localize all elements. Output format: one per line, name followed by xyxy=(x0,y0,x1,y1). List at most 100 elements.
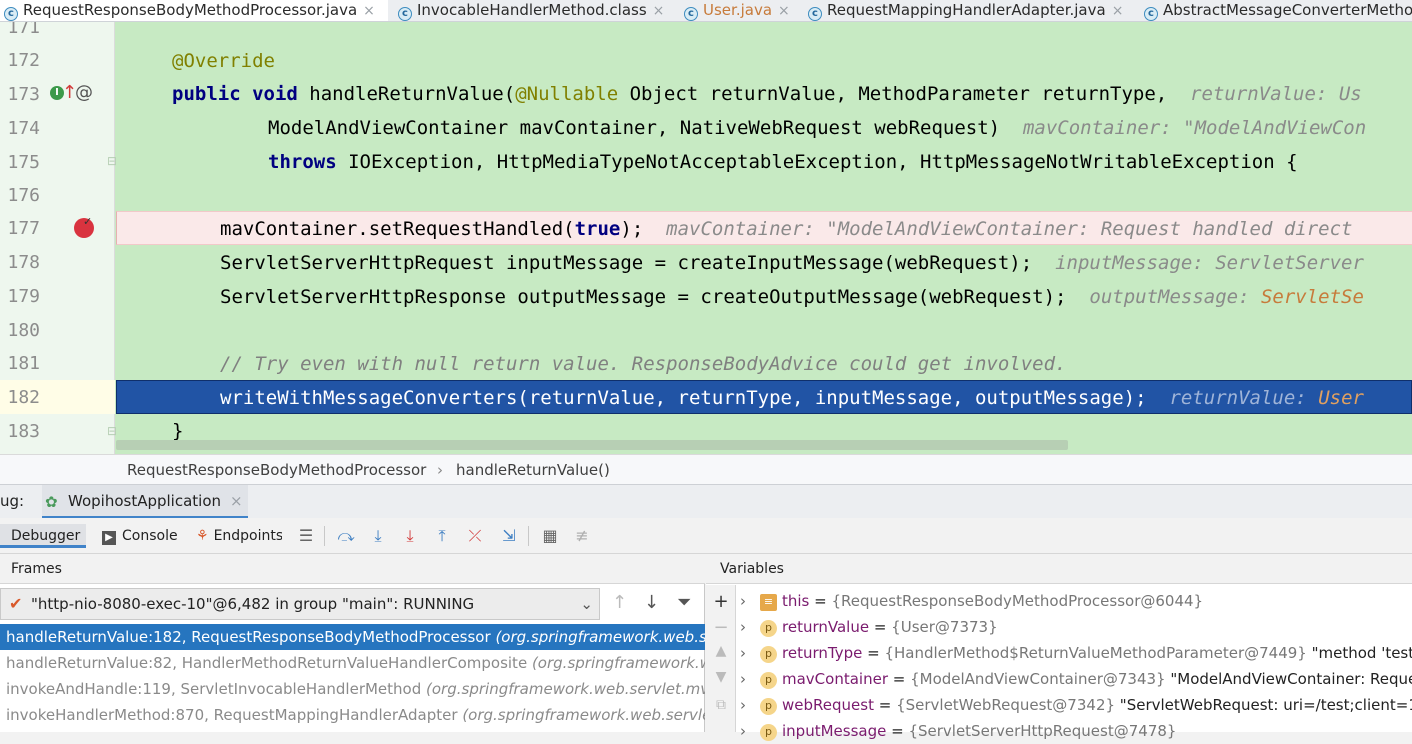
line-number: 180 xyxy=(7,320,40,341)
close-icon[interactable]: × xyxy=(778,3,790,19)
fold-marker-icon[interactable]: ⊟ xyxy=(107,154,117,168)
up-arrow-icon[interactable]: ↑ xyxy=(612,592,627,613)
debug-tool-window-header: ug: ✿ WopihostApplication × xyxy=(0,484,1412,519)
copy-watch-icon[interactable]: ⧉ xyxy=(712,697,730,713)
evaluate-expression-icon[interactable]: ▦ xyxy=(540,526,560,546)
line-number: 181 xyxy=(7,353,40,374)
run-to-cursor-icon[interactable]: ⇲ xyxy=(499,526,519,546)
tab-debugger[interactable]: Debugger xyxy=(0,524,86,548)
chevron-right-icon[interactable]: › xyxy=(740,718,760,744)
add-watch-icon[interactable]: + xyxy=(712,591,730,612)
filter-icon[interactable]: ⏷ xyxy=(677,592,691,613)
variable-row[interactable]: › p mavContainer = {ModelAndViewContainer@… xyxy=(740,666,1412,692)
toolbar-divider xyxy=(324,526,325,546)
tab-console[interactable]: ▶ Console xyxy=(102,524,178,548)
step-over-icon[interactable]: ⤼ xyxy=(336,526,356,546)
code-line: } xyxy=(172,420,184,442)
line-number: 171 xyxy=(7,22,40,38)
close-icon[interactable]: × xyxy=(363,3,375,19)
chevron-right-icon[interactable]: › xyxy=(740,666,760,692)
remove-watch-icon[interactable]: − xyxy=(712,617,730,638)
code-line: ServletServerHttpRequest inputMessage = … xyxy=(220,252,1364,274)
line-number: 173 xyxy=(7,84,40,105)
line-number: 182 xyxy=(7,387,40,408)
variables-panel: Variables + − ▲ ▼ ⧉ › ≡ this = {RequestRes… xyxy=(706,554,1412,741)
breakpoint-check-icon: ✓ xyxy=(83,215,93,228)
endpoints-icon: ⚘ xyxy=(196,528,209,544)
class-icon: c xyxy=(1144,7,1158,21)
annotation-at-icon[interactable]: @ xyxy=(75,82,93,103)
tab-endpoints[interactable]: ⚘ Endpoints xyxy=(196,524,282,548)
inline-debug-value: returnValue: Us xyxy=(1190,83,1362,105)
parameter-icon: p xyxy=(760,724,777,741)
trace-stream-icon[interactable]: ≢ xyxy=(572,526,592,546)
code-line: mavContainer.setRequestHandled(true); ma… xyxy=(220,218,1353,240)
horizontal-scrollbar[interactable] xyxy=(116,440,1068,450)
variable-row[interactable]: › p webRequest = {ServletWebRequest@7342} … xyxy=(740,692,1412,718)
line-number: 176 xyxy=(7,185,40,206)
breadcrumb-separator: › xyxy=(437,461,443,479)
variables-header: Variables xyxy=(706,554,1412,584)
breadcrumb-method[interactable]: handleReturnValue() xyxy=(456,455,610,485)
frame-item[interactable]: invokeHandlerMethod:870, RequestMappingH… xyxy=(0,702,705,728)
parameter-icon: p xyxy=(760,672,777,689)
force-step-into-icon[interactable]: ⤓ xyxy=(400,526,420,546)
line-number: 178 xyxy=(7,252,40,273)
step-into-icon[interactable]: ⤓ xyxy=(368,526,388,546)
frame-item[interactable]: handleReturnValue:182, RequestResponseBo… xyxy=(0,624,705,650)
close-icon[interactable]: × xyxy=(1112,3,1124,19)
frames-panel: Frames ✔ "http-nio-8080-exec-10"@6,482 i… xyxy=(0,554,705,732)
parameter-icon: p xyxy=(760,698,777,715)
drop-frame-icon[interactable]: ⤫ xyxy=(465,526,485,546)
inline-debug-value: returnValue: xyxy=(1169,387,1307,409)
parameter-icon: p xyxy=(760,646,777,663)
tab-request-response-body-method-processor[interactable]: c RequestResponseBodyMethodProcessor.java… xyxy=(0,0,388,21)
field-icon: ≡ xyxy=(760,594,777,611)
thread-selector[interactable]: ✔ "http-nio-8080-exec-10"@6,482 in group… xyxy=(0,588,600,620)
chevron-right-icon[interactable]: › xyxy=(740,640,760,666)
code-line: ModelAndViewContainer mavContainer, Nati… xyxy=(268,117,1367,139)
breadcrumb-class[interactable]: RequestResponseBodyMethodProcessor xyxy=(127,455,426,485)
tab-abstract-message-converter[interactable]: c AbstractMessageConverterMetho xyxy=(1140,0,1412,21)
line-number: 175 xyxy=(7,152,40,173)
check-icon: ✔ xyxy=(9,594,23,613)
editor-tab-bar: c RequestResponseBodyMethodProcessor.java… xyxy=(0,0,1412,22)
chevron-right-icon[interactable]: › xyxy=(740,614,760,640)
breadcrumb: RequestResponseBodyMethodProcessor › han… xyxy=(0,454,1412,484)
run-config-tab[interactable]: ✿ WopihostApplication × xyxy=(42,485,248,519)
chevron-down-icon[interactable]: ⌄ xyxy=(580,589,593,619)
debug-toolbar: Debugger ▶ Console ⚘ Endpoints ☰ ⤼ ⤓ ⤓ ⤒ ⤫… xyxy=(0,518,1412,554)
frame-item[interactable]: invokeAndHandle:119, ServletInvocableHan… xyxy=(0,676,705,702)
inline-debug-value: mavContainer: "ModelAndViewCon xyxy=(1022,117,1367,139)
line-number: 172 xyxy=(7,50,40,71)
tab-user-java[interactable]: c User.java × xyxy=(680,0,798,21)
code-line: @Override xyxy=(172,50,275,72)
toolbar-divider xyxy=(528,526,529,546)
code-comment: // Try even with null return value. Resp… xyxy=(220,353,1067,375)
console-icon: ▶ xyxy=(102,531,116,545)
inline-debug-value: outputMessage: xyxy=(1089,286,1250,308)
variable-row[interactable]: › p inputMessage = {ServletServerHttpReque… xyxy=(740,718,1412,744)
variable-row[interactable]: › ≡ this = {RequestResponseBodyMethodProce… xyxy=(740,588,1412,614)
class-icon: c xyxy=(684,7,698,21)
chevron-right-icon[interactable]: › xyxy=(740,588,760,614)
close-icon[interactable]: × xyxy=(230,492,243,510)
move-down-icon[interactable]: ▼ xyxy=(712,669,730,685)
variables-side-toolbar: + − ▲ ▼ ⧉ xyxy=(706,585,736,732)
code-editor[interactable]: 171 172 173 174 175 176 177 178 179 180 … xyxy=(0,22,1412,454)
frame-item[interactable]: handleReturnValue:82, HandlerMethodRetur… xyxy=(0,650,705,676)
chevron-right-icon[interactable]: › xyxy=(740,692,760,718)
fold-marker-icon[interactable]: ⊟ xyxy=(107,424,117,438)
layout-menu-icon[interactable]: ☰ xyxy=(296,526,316,546)
variable-row[interactable]: › p returnType = {HandlerMethod$ReturnValu… xyxy=(740,640,1412,666)
class-icon: c xyxy=(808,7,822,21)
variable-row[interactable]: › p returnValue = {User@7373} xyxy=(740,614,1412,640)
down-arrow-icon[interactable]: ↓ xyxy=(644,592,659,613)
step-out-icon[interactable]: ⤒ xyxy=(432,526,452,546)
bug-icon: ✿ xyxy=(45,493,58,511)
move-up-icon[interactable]: ▲ xyxy=(712,643,730,659)
close-icon[interactable]: × xyxy=(653,3,665,19)
line-number: 177 xyxy=(7,218,40,239)
tab-request-mapping-handler-adapter[interactable]: c RequestMappingHandlerAdapter.java × xyxy=(804,0,1134,21)
tab-invocable-handler-method[interactable]: c InvocableHandlerMethod.class × xyxy=(394,0,674,21)
